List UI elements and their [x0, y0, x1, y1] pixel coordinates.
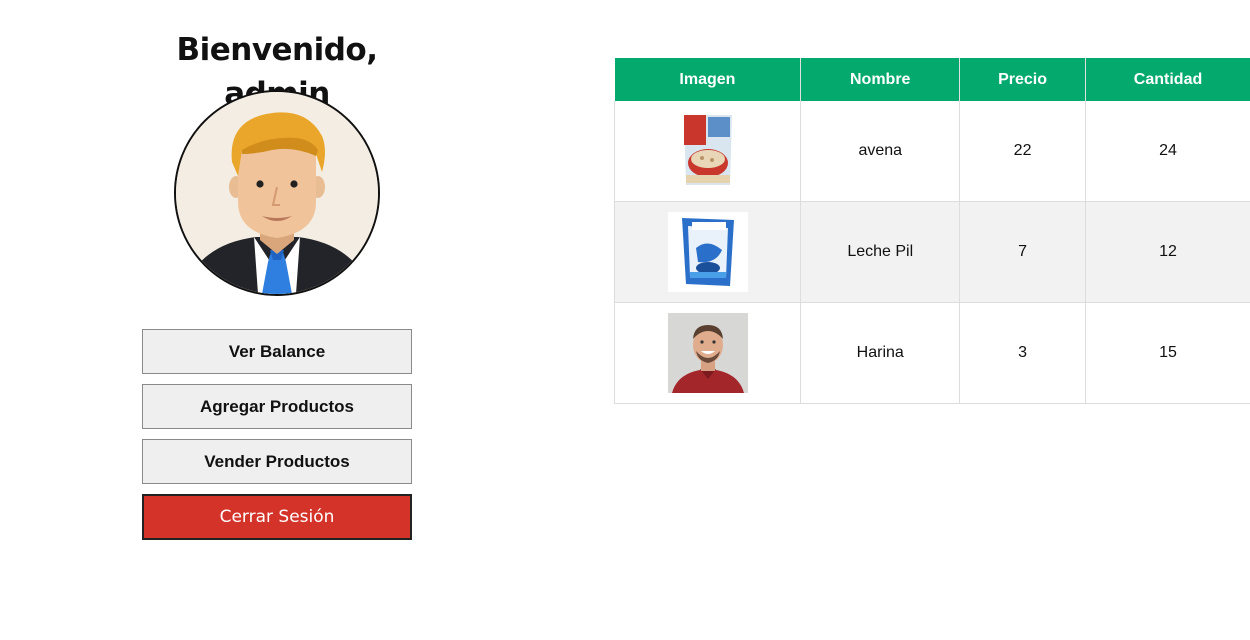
column-header-precio: Precio [959, 58, 1087, 101]
product-image-cell [613, 201, 802, 303]
column-header-nombre: Nombre [800, 58, 961, 101]
products-table: Imagen Nombre Precio Cantidad avena 22 2… [613, 58, 1250, 404]
column-header-cantidad: Cantidad [1085, 58, 1250, 101]
product-name: Harina [800, 302, 961, 404]
table-row: avena 22 24 [613, 101, 1250, 202]
user-avatar [174, 90, 380, 296]
products-table-container: Imagen Nombre Precio Cantidad avena 22 2… [613, 58, 1250, 404]
oats-package-image [667, 111, 748, 191]
product-image-cell [613, 101, 802, 202]
avatar-illustration [176, 92, 378, 294]
product-price: 3 [959, 302, 1087, 404]
product-name: Leche Pil [800, 201, 961, 303]
add-products-button[interactable]: Agregar Productos [142, 384, 412, 429]
product-price: 7 [959, 201, 1087, 303]
table-row: Harina 3 15 [613, 302, 1250, 404]
welcome-title: Bienvenido, admin [176, 32, 378, 112]
product-name: avena [800, 101, 961, 202]
table-row: Leche Pil 7 12 [613, 201, 1250, 303]
left-panel: Bienvenido, admin [138, 28, 416, 540]
logout-button[interactable]: Cerrar Sesión [142, 494, 412, 540]
view-balance-button[interactable]: Ver Balance [142, 329, 412, 374]
product-price: 22 [959, 101, 1087, 202]
table-header-row: Imagen Nombre Precio Cantidad [614, 58, 1250, 101]
product-image-cell [613, 302, 802, 404]
column-header-imagen: Imagen [614, 58, 802, 101]
sell-products-button[interactable]: Vender Productos [142, 439, 412, 484]
product-quantity: 24 [1085, 101, 1250, 202]
milk-package-image [667, 212, 748, 292]
person-photo-image [667, 313, 748, 393]
product-quantity: 15 [1085, 302, 1250, 404]
product-quantity: 12 [1085, 201, 1250, 303]
